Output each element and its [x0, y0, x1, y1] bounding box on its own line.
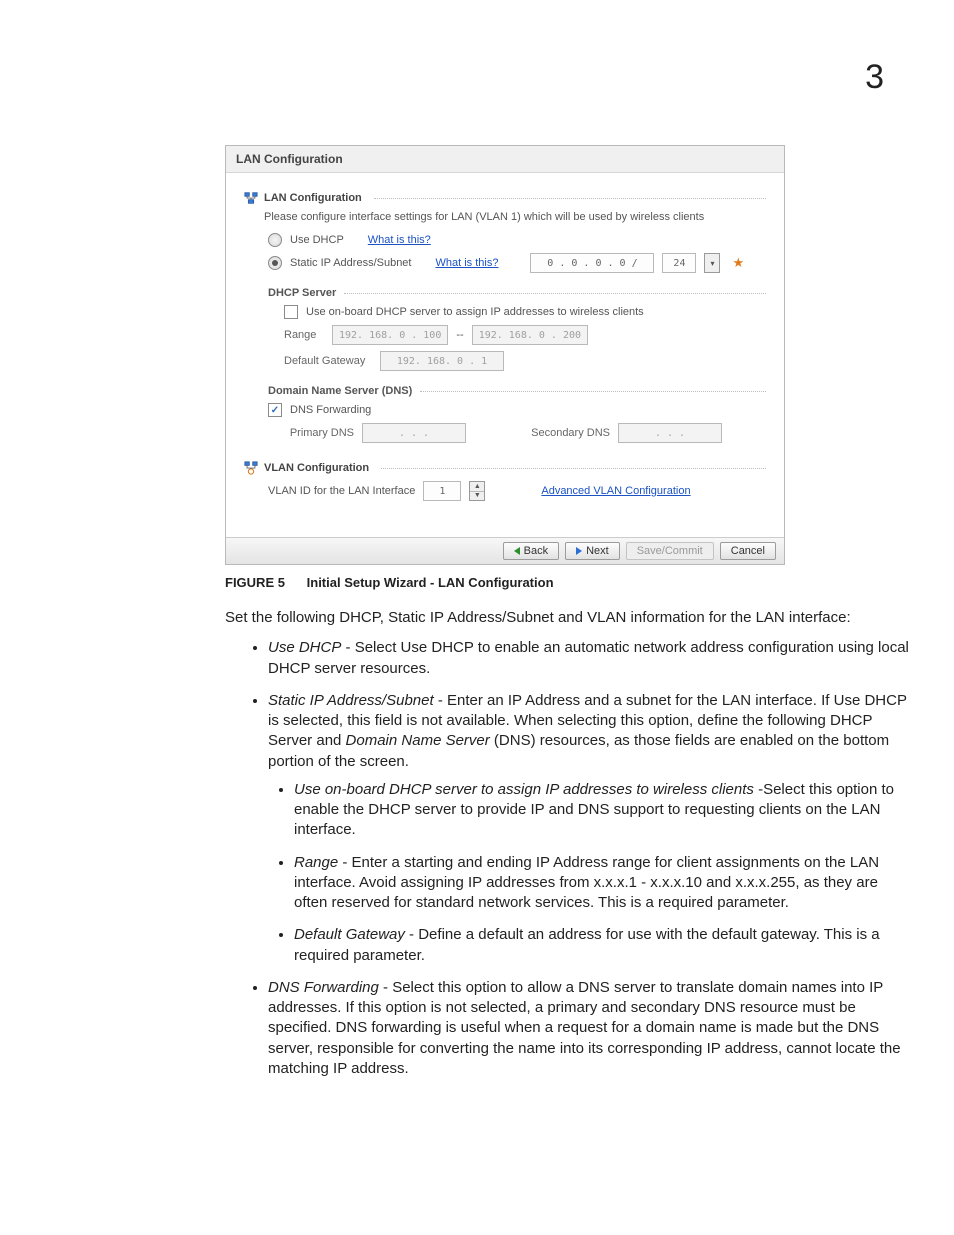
vlan-section-title: VLAN Configuration	[264, 462, 369, 474]
vlan-id-input[interactable]: 1	[423, 481, 461, 501]
gateway-input[interactable]: 192. 168. 0 . 1	[380, 351, 504, 371]
save-commit-button[interactable]: Save/Commit	[626, 542, 714, 560]
vlan-icon	[244, 461, 258, 475]
primary-dns-label: Primary DNS	[284, 427, 354, 439]
lan-icon	[244, 191, 258, 205]
dhcp-server-title: DHCP Server	[268, 287, 336, 299]
divider	[374, 198, 766, 199]
dns-forwarding-checkbox[interactable]: ✓	[268, 403, 282, 417]
dns-title: Domain Name Server (DNS)	[268, 385, 412, 397]
secondary-dns-input[interactable]: . . .	[618, 423, 722, 443]
gateway-label: Default Gateway	[284, 355, 372, 367]
use-dhcp-label: Use DHCP	[290, 234, 344, 246]
secondary-dns-label: Secondary DNS	[522, 427, 610, 439]
use-dhcp-radio[interactable]	[268, 233, 282, 247]
vlan-id-label: VLAN ID for the LAN Interface	[268, 485, 415, 497]
advanced-vlan-link[interactable]: Advanced VLAN Configuration	[541, 485, 690, 497]
cancel-button[interactable]: Cancel	[720, 542, 776, 560]
figure-caption-text: Initial Setup Wizard - LAN Configuration	[307, 575, 554, 590]
lan-section-title: LAN Configuration	[264, 192, 362, 204]
divider	[420, 391, 766, 392]
list-item: Use on-board DHCP server to assign IP ad…	[294, 780, 915, 841]
list-item: Default Gateway - Define a default an ad…	[294, 925, 915, 966]
list-item: Range - Enter a starting and ending IP A…	[294, 853, 915, 914]
wizard-window: LAN Configuration LAN Configuration Plea…	[225, 145, 785, 565]
figure-caption: FIGURE 5 Initial Setup Wizard - LAN Conf…	[225, 575, 884, 590]
list-item: DNS Forwarding - Select this option to a…	[268, 978, 915, 1079]
range-label: Range	[284, 329, 324, 341]
subnet-dropdown[interactable]: ▾	[704, 253, 720, 273]
range-start-input[interactable]: 192. 168. 0 . 100	[332, 325, 448, 345]
vlan-id-stepper[interactable]: ▲▼	[469, 481, 485, 501]
divider	[381, 468, 766, 469]
range-end-input[interactable]: 192. 168. 0 . 200	[472, 325, 588, 345]
list-item: Static IP Address/Subnet - Enter an IP A…	[268, 691, 915, 966]
static-ip-help-link[interactable]: What is this?	[435, 257, 498, 269]
figure-label: FIGURE 5	[225, 575, 285, 590]
next-button[interactable]: Next	[565, 542, 620, 560]
wizard-button-bar: Back Next Save/Commit Cancel	[226, 537, 784, 564]
arrow-right-icon	[576, 547, 582, 555]
static-ip-radio[interactable]	[268, 256, 282, 270]
figure-screenshot: LAN Configuration LAN Configuration Plea…	[225, 145, 785, 565]
static-ip-input[interactable]: 0 . 0 . 0 . 0 /	[530, 253, 654, 273]
page-number: 3	[865, 58, 884, 97]
onboard-dhcp-label: Use on-board DHCP server to assign IP ad…	[306, 306, 644, 318]
list-item: Use DHCP - Select Use DHCP to enable an …	[268, 638, 915, 679]
range-separator: --	[456, 329, 463, 341]
back-button[interactable]: Back	[503, 542, 559, 560]
use-dhcp-help-link[interactable]: What is this?	[368, 234, 431, 246]
body-intro: Set the following DHCP, Static IP Addres…	[225, 608, 915, 628]
window-title: LAN Configuration	[226, 146, 784, 173]
arrow-left-icon	[514, 547, 520, 555]
static-ip-label: Static IP Address/Subnet	[290, 257, 411, 269]
bullet-list: Use DHCP - Select Use DHCP to enable an …	[250, 638, 915, 1079]
dns-forwarding-label: DNS Forwarding	[290, 404, 371, 416]
onboard-dhcp-checkbox[interactable]	[284, 305, 298, 319]
required-star-icon: ★	[732, 255, 744, 271]
primary-dns-input[interactable]: . . .	[362, 423, 466, 443]
lan-section-desc: Please configure interface settings for …	[264, 211, 766, 223]
subnet-input[interactable]: 24	[662, 253, 696, 273]
divider	[344, 293, 766, 294]
